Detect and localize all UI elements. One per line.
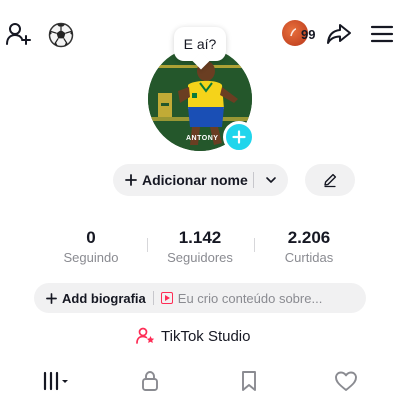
tab-videos[interactable] bbox=[36, 366, 76, 396]
add-photo-button[interactable] bbox=[223, 121, 255, 153]
stat-value: 0 bbox=[86, 228, 96, 247]
tab-saved[interactable] bbox=[229, 366, 269, 396]
add-friend-button[interactable] bbox=[4, 20, 34, 48]
bookmark-icon bbox=[242, 371, 256, 391]
stat-followers[interactable]: 1.142 Seguidores bbox=[147, 228, 253, 265]
pencil-icon bbox=[324, 173, 337, 188]
plus-icon bbox=[125, 174, 137, 186]
stat-label: Seguidores bbox=[167, 250, 233, 265]
share-arrow-icon bbox=[327, 24, 351, 44]
avatar-speech-bubble[interactable]: E aí? bbox=[174, 27, 226, 61]
grid-icon bbox=[43, 371, 68, 391]
soccer-ball-button[interactable] bbox=[46, 20, 76, 50]
add-name-button[interactable]: Adicionar nome bbox=[113, 164, 288, 196]
avatar-caption: ANTONY bbox=[186, 135, 219, 142]
tab-liked[interactable] bbox=[326, 366, 366, 396]
bio-suggestion: Eu crio conteúdo sobre... bbox=[177, 290, 323, 306]
stat-value: 1.142 bbox=[178, 228, 222, 247]
content-tabs bbox=[0, 366, 400, 396]
menu-button[interactable] bbox=[368, 20, 396, 48]
add-user-icon bbox=[6, 23, 31, 45]
stat-label: Seguindo bbox=[63, 250, 119, 265]
heart-icon bbox=[335, 371, 357, 391]
add-bio-label: Add biografia bbox=[62, 290, 146, 306]
stat-label: Curtidas bbox=[284, 250, 334, 265]
tab-private[interactable] bbox=[130, 366, 170, 396]
stat-following[interactable]: 0 Seguindo bbox=[38, 228, 144, 265]
bio-divider bbox=[152, 291, 154, 305]
pill-divider bbox=[253, 172, 254, 188]
stat-likes[interactable]: 2.206 Curtidas bbox=[256, 228, 362, 265]
tiktok-studio-link[interactable]: TikTok Studio bbox=[136, 324, 250, 348]
stat-divider bbox=[254, 238, 255, 252]
edit-profile-button[interactable] bbox=[305, 164, 355, 196]
plus-icon bbox=[232, 130, 246, 144]
chevron-down-icon[interactable] bbox=[263, 172, 279, 188]
studio-user-star-icon bbox=[136, 327, 155, 344]
soccer-ball-icon bbox=[48, 22, 74, 48]
add-name-label: Adicionar nome bbox=[142, 172, 248, 188]
stat-value: 2.206 bbox=[287, 228, 331, 247]
studio-label: TikTok Studio bbox=[161, 327, 251, 345]
add-bio-button[interactable]: Add biografia Eu crio conteúdo sobre... bbox=[34, 283, 366, 313]
hamburger-menu-icon bbox=[370, 25, 394, 43]
profile-stats: 0 Seguindo 1.142 Seguidores 2.206 Curtid… bbox=[40, 228, 360, 272]
inbox-button[interactable]: 99 bbox=[282, 18, 320, 50]
inbox-count-badge: 99 bbox=[301, 27, 316, 42]
plus-icon bbox=[46, 292, 57, 304]
play-icon bbox=[160, 292, 173, 304]
lock-icon bbox=[142, 371, 158, 391]
share-button[interactable] bbox=[324, 20, 354, 48]
